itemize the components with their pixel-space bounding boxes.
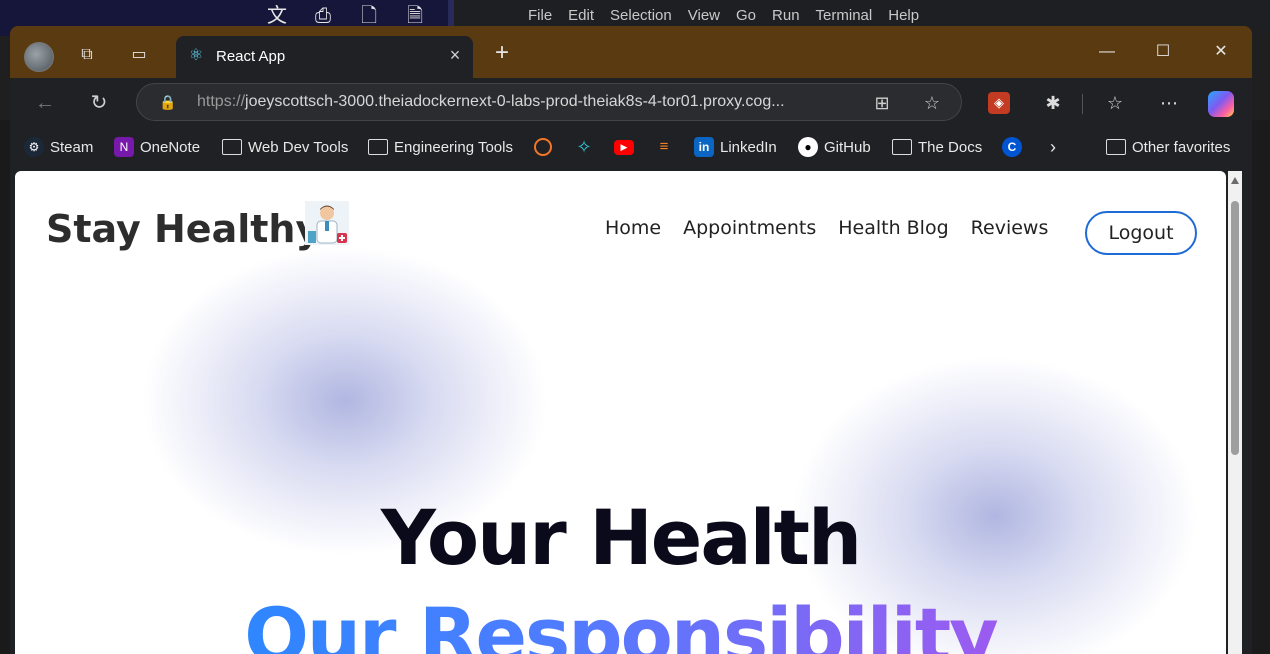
ide-menu-go[interactable]: Go — [728, 7, 764, 24]
main-nav: Home Appointments Health Blog Reviews — [605, 217, 1048, 239]
site-logo[interactable]: Stay Healthy — [46, 207, 320, 251]
bookmark-stackoverflow[interactable]: ≡ — [654, 136, 674, 158]
more-menu-icon[interactable]: ⋯ — [1156, 90, 1182, 116]
folder-icon — [1106, 139, 1126, 155]
page-scrollbar[interactable] — [1228, 171, 1242, 654]
bookmark-engineering-tools[interactable]: Engineering Tools — [368, 136, 513, 158]
bookmark-label: Steam — [50, 138, 94, 156]
scroll-thumb[interactable] — [1231, 201, 1239, 455]
bookmark-label: Engineering Tools — [394, 138, 513, 156]
ide-menu-edit[interactable]: Edit — [560, 7, 602, 24]
address-row: ← ↻ 🔒 https://joeyscottsch-3000.theiadoc… — [10, 78, 1252, 126]
refresh-icon[interactable]: ↻ — [86, 90, 112, 116]
url-protocol: https:// — [197, 93, 246, 110]
hero-heading: Your Health — [380, 493, 862, 582]
sparkle-icon: ✧ — [576, 137, 592, 157]
jupyter-icon — [534, 138, 552, 156]
toolbar-separator — [1082, 94, 1083, 114]
favorite-star-icon[interactable]: ☆ — [921, 92, 943, 114]
maximize-icon[interactable]: ☐ — [1148, 40, 1178, 64]
lock-icon[interactable]: 🔒 — [159, 93, 176, 111]
close-window-icon[interactable]: ✕ — [1206, 40, 1236, 64]
bookmark-web-dev-tools[interactable]: Web Dev Tools — [222, 136, 348, 158]
browser-titlebar: ⧉ ▭ ⚛ React App × + — ☐ ✕ — [10, 26, 1252, 78]
favorites-icon[interactable]: ☆ — [1102, 90, 1128, 116]
address-bar[interactable]: 🔒 https://joeyscottsch-3000.theiadockern… — [136, 83, 962, 121]
bookmark-coursera[interactable]: C — [1002, 136, 1022, 158]
bookmarks-bar: ⚙ Steam N OneNote Web Dev Tools Engineerin… — [10, 126, 1252, 168]
new-tab-button[interactable]: + — [490, 41, 514, 66]
react-icon: ⚛ — [188, 47, 204, 64]
hero-subheading: Our Responsibility — [15, 591, 1226, 654]
folder-icon — [892, 139, 912, 155]
ide-menu-terminal[interactable]: Terminal — [808, 7, 881, 24]
bookmark-other-favorites[interactable]: Other favorites — [1106, 136, 1230, 158]
bookmark-label: Other favorites — [1132, 138, 1231, 156]
bookmark-label: OneNote — [140, 138, 201, 156]
back-arrow-icon[interactable]: ← — [32, 90, 58, 116]
vertical-tabs-icon[interactable]: ▭ — [128, 44, 150, 66]
youtube-icon: ▶ — [614, 139, 634, 155]
ide-menu-file[interactable]: File — [520, 7, 560, 24]
linkedin-icon: in — [694, 137, 714, 157]
bookmark-label: Web Dev Tools — [248, 138, 349, 156]
bookmark-label: LinkedIn — [720, 138, 777, 156]
coursera-icon: C — [1002, 137, 1022, 157]
close-tab-icon[interactable]: × — [445, 45, 465, 65]
folder-icon — [368, 139, 388, 155]
bookmark-linkedin[interactable]: in LinkedIn — [694, 136, 777, 158]
app-available-icon[interactable]: ⊞ — [871, 92, 893, 114]
url-text[interactable]: https://joeyscottsch-3000.theiadockernex… — [197, 93, 857, 111]
tab-react-app[interactable]: ⚛ React App × — [176, 36, 473, 78]
onenote-icon: N — [114, 137, 134, 157]
scroll-up-arrow-icon[interactable] — [1231, 177, 1239, 184]
bookmark-the-docs[interactable]: The Docs — [892, 136, 982, 158]
nav-appointments[interactable]: Appointments — [683, 217, 816, 239]
ide-menu: File Edit Selection View Go Run Terminal… — [520, 7, 927, 24]
bookmark-jupyter[interactable] — [534, 136, 552, 158]
extensions-puzzle-icon[interactable]: ✱ — [1040, 90, 1066, 116]
steam-icon: ⚙ — [24, 137, 44, 157]
bookmark-sparkle[interactable]: ✧ — [574, 136, 594, 158]
bookmark-label: GitHub — [824, 138, 871, 156]
doctor-icon — [305, 201, 349, 245]
tab-title: React App — [216, 48, 286, 65]
collections-icon[interactable]: ⧉ — [76, 44, 98, 66]
bookmark-label: The Docs — [918, 138, 983, 156]
logout-button[interactable]: Logout — [1085, 211, 1197, 255]
ide-menu-view[interactable]: View — [680, 7, 728, 24]
ide-menu-run[interactable]: Run — [764, 7, 808, 24]
nav-health-blog[interactable]: Health Blog — [838, 217, 948, 239]
nav-home[interactable]: Home — [605, 217, 661, 239]
bookmark-onenote[interactable]: N OneNote — [114, 136, 200, 158]
page-viewport: Stay Healthy Home Appointments Health Bl… — [15, 171, 1226, 654]
extension-icon[interactable]: ◈ — [988, 92, 1010, 114]
bookmark-steam[interactable]: ⚙ Steam — [24, 136, 93, 158]
url-host: joeyscottsch-3000.theiadockernext-0-labs… — [245, 93, 785, 110]
copilot-icon[interactable] — [1208, 91, 1234, 117]
nav-reviews[interactable]: Reviews — [971, 217, 1049, 239]
bookmark-github[interactable]: ● GitHub — [798, 136, 871, 158]
bookmark-youtube[interactable]: ▶ — [614, 136, 634, 158]
folder-icon — [222, 139, 242, 155]
stackoverflow-icon: ≡ — [659, 138, 669, 155]
profile-avatar[interactable] — [24, 42, 54, 72]
ide-menu-help[interactable]: Help — [880, 7, 927, 24]
minimize-icon[interactable]: — — [1092, 40, 1122, 64]
browser-window: ⧉ ▭ ⚛ React App × + — ☐ ✕ ← ↻ 🔒 https://… — [10, 26, 1252, 654]
github-icon: ● — [798, 137, 818, 157]
ide-menu-selection[interactable]: Selection — [602, 7, 680, 24]
chevron-right-icon[interactable]: › — [1050, 136, 1056, 158]
